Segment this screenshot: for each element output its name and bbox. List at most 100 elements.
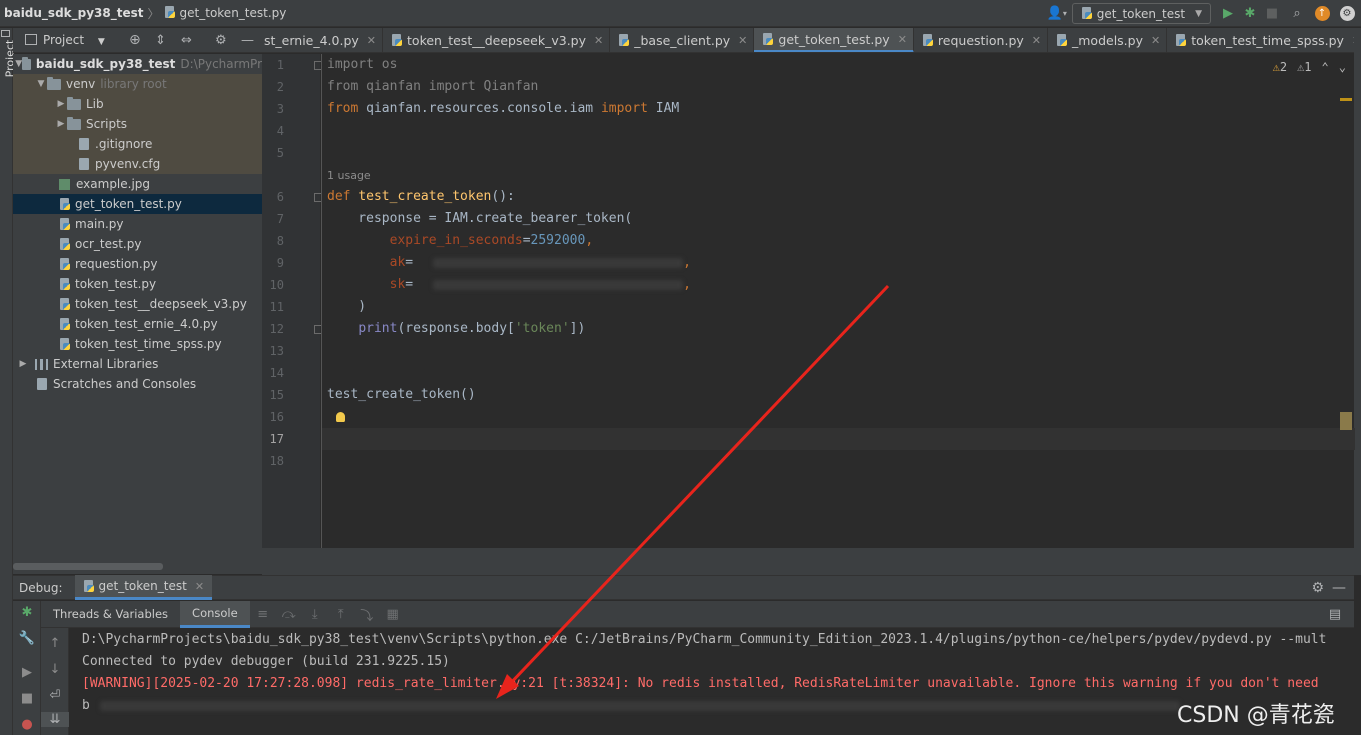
tree-item-external-libraries[interactable]: ▶ External Libraries [13, 354, 262, 374]
python-file-icon [59, 277, 71, 291]
close-icon[interactable]: ✕ [195, 580, 204, 593]
resume-icon[interactable]: ▶ [13, 665, 41, 680]
weak-warning-count[interactable]: ⚠1 [1297, 60, 1311, 74]
code-line: test_create_token() [327, 387, 476, 402]
step-out-icon[interactable]: ⤒ [328, 607, 354, 622]
soft-wrap-icon[interactable]: ⏎ [41, 688, 69, 703]
close-icon[interactable]: ✕ [594, 34, 603, 47]
step-into-icon[interactable]: ⤓ [302, 607, 328, 622]
rerun-debug-icon[interactable]: ✱ [13, 605, 41, 620]
run-to-cursor-icon[interactable]: ⤵ [354, 605, 380, 624]
python-file-icon [164, 6, 176, 19]
gear-icon[interactable]: ⚙ [1311, 580, 1324, 596]
chevron-down-icon: ▼ [97, 37, 105, 47]
warning-stripe-marker[interactable] [1340, 98, 1352, 101]
editor-tab[interactable]: requestion.py ✕ [914, 28, 1048, 52]
editor-tab[interactable]: token_test__deepseek_v3.py ✕ [383, 28, 611, 52]
tree-item-lib[interactable]: ▶ Lib [13, 94, 262, 114]
editor-tab-active[interactable]: get_token_test.py ✕ [754, 28, 914, 52]
editor-tab[interactable]: token_test_time_spss.py✕ [1167, 28, 1354, 52]
collapse-all-icon[interactable]: ⇔ [181, 33, 192, 48]
user-icon[interactable]: 👤 ▾ [1042, 3, 1072, 25]
tree-item-venv[interactable]: ▼ venv library root [13, 74, 262, 94]
menu-icon[interactable]: ≡ [250, 607, 276, 622]
run-icon[interactable]: ▶ [1217, 3, 1239, 25]
evaluate-icon[interactable]: ▦ [380, 607, 406, 622]
tree-item-file[interactable]: token_test__deepseek_v3.py [13, 294, 262, 314]
settings-icon[interactable]: ⚙ [1333, 3, 1361, 25]
usage-hint[interactable]: 1 usage [327, 169, 371, 182]
redacted-value [99, 700, 1180, 711]
stop-icon[interactable]: ■ [13, 691, 41, 706]
scrollbar-thumb[interactable] [1340, 412, 1352, 430]
close-icon[interactable]: ✕ [898, 33, 907, 46]
editor-tab[interactable]: _base_client.py ✕ [610, 28, 755, 52]
console-output[interactable]: D:\PycharmProjects\baidu_sdk_py38_test\v… [69, 628, 1354, 735]
tree-item-file[interactable]: token_test.py [13, 274, 262, 294]
python-file-icon [762, 32, 774, 46]
modify-run-config-icon[interactable]: 🔧 [13, 631, 41, 646]
file-icon [79, 138, 89, 150]
tree-item-file[interactable]: requestion.py [13, 254, 262, 274]
debug-session-tab[interactable]: get_token_test ✕ [74, 575, 213, 600]
tool-window-strip-left: Project [0, 28, 16, 735]
close-icon[interactable]: ✕ [1032, 34, 1041, 47]
scroll-to-end-icon[interactable]: ⇊ [41, 712, 69, 727]
watermark: CSDN @青花瓷 [1177, 703, 1335, 728]
warning-count[interactable]: ⚠2 [1273, 60, 1287, 74]
breadcrumb-file[interactable]: get_token_test.py [164, 6, 286, 20]
stop-icon[interactable]: ■ [1261, 3, 1283, 25]
current-line-highlight [322, 428, 1355, 450]
tree-item-file[interactable]: ocr_test.py [13, 234, 262, 254]
tree-item-scratches[interactable]: Scratches and Consoles [13, 374, 262, 394]
project-view-select[interactable]: Project ▼ [25, 33, 105, 47]
chevron-down-icon: ▼ [1195, 8, 1202, 19]
line-number: 18 [269, 454, 284, 468]
minimize-icon[interactable]: — [1332, 580, 1346, 596]
tree-item-scripts[interactable]: ▶ Scripts [13, 114, 262, 134]
tree-item-file[interactable]: main.py [13, 214, 262, 234]
python-file-icon [1081, 7, 1093, 20]
close-icon[interactable]: ✕ [1151, 34, 1160, 47]
arrow-down-icon[interactable]: ↓ [41, 662, 69, 677]
debug-panel-header: Debug: get_token_test ✕ ⚙ — [13, 575, 1354, 600]
code-line: import os [327, 57, 398, 72]
tree-item-gitignore[interactable]: .gitignore [13, 134, 262, 154]
tab-threads-variables[interactable]: Threads & Variables [41, 601, 180, 628]
search-icon[interactable]: ⌕ [1283, 3, 1311, 25]
layout-icon[interactable]: ▤ [1322, 607, 1348, 622]
code-editor[interactable]: ⚠2 ⚠1 ⌃ ⌄ import os from qianfan import … [321, 54, 1355, 548]
chevron-right-icon: ▶ [57, 99, 65, 109]
tree-item-file[interactable]: example.jpg [13, 174, 262, 194]
tree-root[interactable]: ▼ baidu_sdk_py38_test D:\PycharmPr [13, 54, 262, 74]
tree-item-file[interactable]: token_test_ernie_4.0.py [13, 314, 262, 334]
tree-item-pyvenv[interactable]: pyvenv.cfg [13, 154, 262, 174]
breakpoints-icon[interactable]: ● [13, 717, 41, 732]
inspection-widget[interactable]: ⚠2 ⚠1 ⌃ ⌄ [1273, 60, 1346, 74]
debug-icon[interactable]: ✱ [1239, 3, 1261, 25]
update-icon[interactable]: ↑ [1311, 3, 1333, 25]
close-icon[interactable]: ✕ [367, 34, 376, 47]
close-icon[interactable]: ✕ [1352, 34, 1354, 47]
run-configuration-select[interactable]: get_token_test ▼ [1071, 3, 1211, 24]
lightbulb-icon[interactable] [336, 412, 345, 422]
editor-tab[interactable]: _models.py ✕ [1048, 28, 1168, 52]
chevron-up-icon[interactable]: ⌃ [1322, 60, 1329, 74]
line-number: 8 [276, 234, 284, 248]
editor-tab[interactable]: st_ernie_4.0.py ✕ [262, 28, 384, 52]
close-icon[interactable]: ✕ [738, 34, 747, 47]
locate-icon[interactable]: ⊕ [129, 32, 141, 48]
gear-icon[interactable]: ⚙ [215, 33, 227, 48]
arrow-up-icon[interactable]: ↑ [41, 636, 69, 651]
breadcrumb-project[interactable]: baidu_sdk_py38_test [4, 6, 144, 20]
step-over-icon[interactable]: ⤼ [276, 607, 302, 622]
chevron-down-icon[interactable]: ⌄ [1339, 60, 1346, 74]
scratches-icon [37, 378, 47, 390]
expand-all-icon[interactable]: ⇕ [155, 33, 166, 48]
minimize-icon[interactable]: — [241, 33, 254, 48]
tab-console[interactable]: Console [180, 600, 250, 628]
console-line: D:\PycharmProjects\baidu_sdk_py38_test\v… [82, 632, 1327, 647]
tree-item-file[interactable]: token_test_time_spss.py [13, 334, 262, 354]
tree-item-file[interactable]: get_token_test.py [13, 194, 262, 214]
horizontal-scrollbar[interactable] [13, 563, 163, 570]
